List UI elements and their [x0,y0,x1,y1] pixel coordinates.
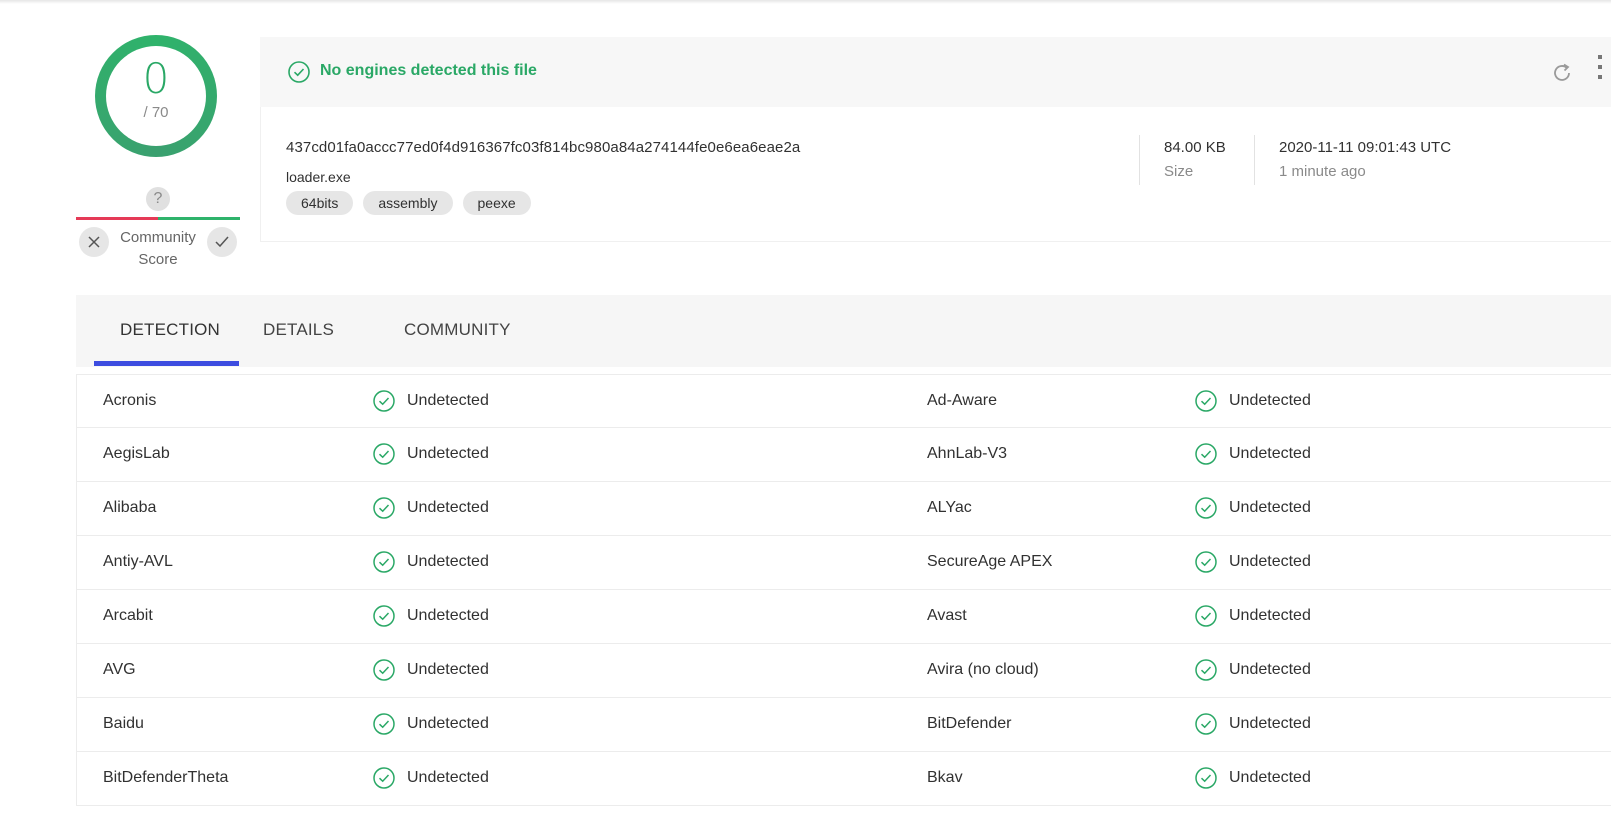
table-row: Acronis Undetected Ad-Aware Undetected [77,374,1611,428]
vote-harmful-button[interactable] [79,227,109,257]
engine-name: Ad-Aware [927,392,997,409]
engine-name: AVG [103,661,136,678]
engine-result: Undetected [407,392,489,409]
engine-result: Undetected [1229,661,1311,678]
file-tag[interactable]: peexe [462,191,531,215]
engine-name: Antiy-AVL [103,553,173,570]
status-bar: No engines detected this file [260,37,1611,107]
check-circle-icon [288,61,310,83]
engine-name: Bkav [927,769,963,786]
close-icon [88,236,100,248]
engine-result: Undetected [1229,715,1311,732]
detection-score-value: 0 [142,54,170,103]
engine-name: SecureAge APEX [927,553,1053,570]
engine-name: ALYac [927,499,972,516]
engine-result: Undetected [1229,392,1311,409]
engine-result: Undetected [1229,769,1311,786]
community-score-bar-negative [76,217,158,220]
divider [1254,135,1255,185]
check-circle-icon [1195,443,1217,465]
check-circle-icon [1195,767,1217,789]
top-shadow [0,0,1611,4]
check-icon [215,236,229,248]
engine-name: Acronis [103,392,157,409]
community-score-question-icon: ? [146,187,170,211]
check-circle-icon [373,767,395,789]
table-row: Antiy-AVL Undetected SecureAge APEX Undetec… [77,536,1611,590]
engine-result: Undetected [1229,445,1311,462]
file-tag[interactable]: assembly [363,191,453,215]
analysis-date: 2020-11-11 09:01:43 UTC [1279,139,1452,156]
check-circle-icon [1195,659,1217,681]
community-score-label-line1: Community [120,229,196,246]
file-tag[interactable]: 64bits [286,191,354,215]
table-row: Alibaba Undetected ALYac Undetected [77,482,1611,536]
divider [1139,135,1140,185]
table-row: Arcabit Undetected Avast Undetected [77,590,1611,644]
table-row: Baidu Undetected BitDefender Undetected [77,698,1611,752]
community-score-label-line2: Score [138,251,178,268]
engine-name: Avast [927,607,967,624]
engine-name: BitDefender [927,715,1012,732]
check-circle-icon [1195,551,1217,573]
check-circle-icon [373,497,395,519]
engine-name: Avira (no cloud) [927,661,1039,678]
check-circle-icon [373,443,395,465]
table-row: AVG Undetected Avira (no cloud) Undetected [77,644,1611,698]
check-circle-icon [1195,390,1217,412]
status-message: No engines detected this file [320,62,537,79]
engine-result: Undetected [407,769,489,786]
engine-result: Undetected [407,553,489,570]
check-circle-icon [1195,497,1217,519]
file-size-label: Size [1164,163,1194,180]
check-circle-icon [1195,605,1217,627]
detection-score-total: / 70 [143,104,169,121]
engine-name: Arcabit [103,607,153,624]
file-tags: 64bits assembly peexe [286,191,531,215]
detection-score-gauge: 0 / 70 [95,35,217,157]
file-hash[interactable]: 437cd01fa0accc77ed0f4d916367fc03f814bc98… [286,139,800,156]
check-circle-icon [373,659,395,681]
engine-result: Undetected [407,499,489,516]
engine-name: Alibaba [103,499,157,516]
community-score-label: Community Score [112,227,204,271]
engine-result: Undetected [407,445,489,462]
reanalyze-icon[interactable] [1550,61,1574,85]
engine-result: Undetected [407,715,489,732]
engine-result: Undetected [1229,553,1311,570]
active-tab-indicator [94,361,239,366]
more-options-icon[interactable] [1598,55,1604,85]
tab-details[interactable]: DETAILS [263,320,334,340]
engine-name: AhnLab-V3 [927,445,1008,462]
table-row: BitDefenderTheta Undetected Bkav Undetected [77,752,1611,806]
file-size: 84.00 KB [1164,139,1226,156]
community-score-bar-positive [158,217,240,220]
engine-result: Undetected [1229,607,1311,624]
engine-result: Undetected [1229,499,1311,516]
check-circle-icon [373,713,395,735]
check-circle-icon [373,551,395,573]
tab-detection[interactable]: DETECTION [120,320,220,340]
tab-bar: DETECTION DETAILS COMMUNITY [76,295,1611,367]
check-circle-icon [373,605,395,627]
gauge-center: 0 / 70 [106,46,206,146]
engine-name: BitDefenderTheta [103,769,229,786]
file-name: loader.exe [286,169,351,185]
engine-name: Baidu [103,715,144,732]
vote-harmless-button[interactable] [207,227,237,257]
engine-name: AegisLab [103,445,170,462]
table-row: AegisLab Undetected AhnLab-V3 Undetected [77,428,1611,482]
check-circle-icon [1195,713,1217,735]
engine-result: Undetected [407,607,489,624]
check-circle-icon [373,390,395,412]
analysis-date-relative: 1 minute ago [1279,163,1366,180]
detections-table: Acronis Undetected Ad-Aware Undetected Aegis… [76,374,1611,806]
file-info-card: 437cd01fa0accc77ed0f4d916367fc03f814bc98… [260,107,1611,242]
tab-community[interactable]: COMMUNITY [404,320,511,340]
engine-result: Undetected [407,661,489,678]
